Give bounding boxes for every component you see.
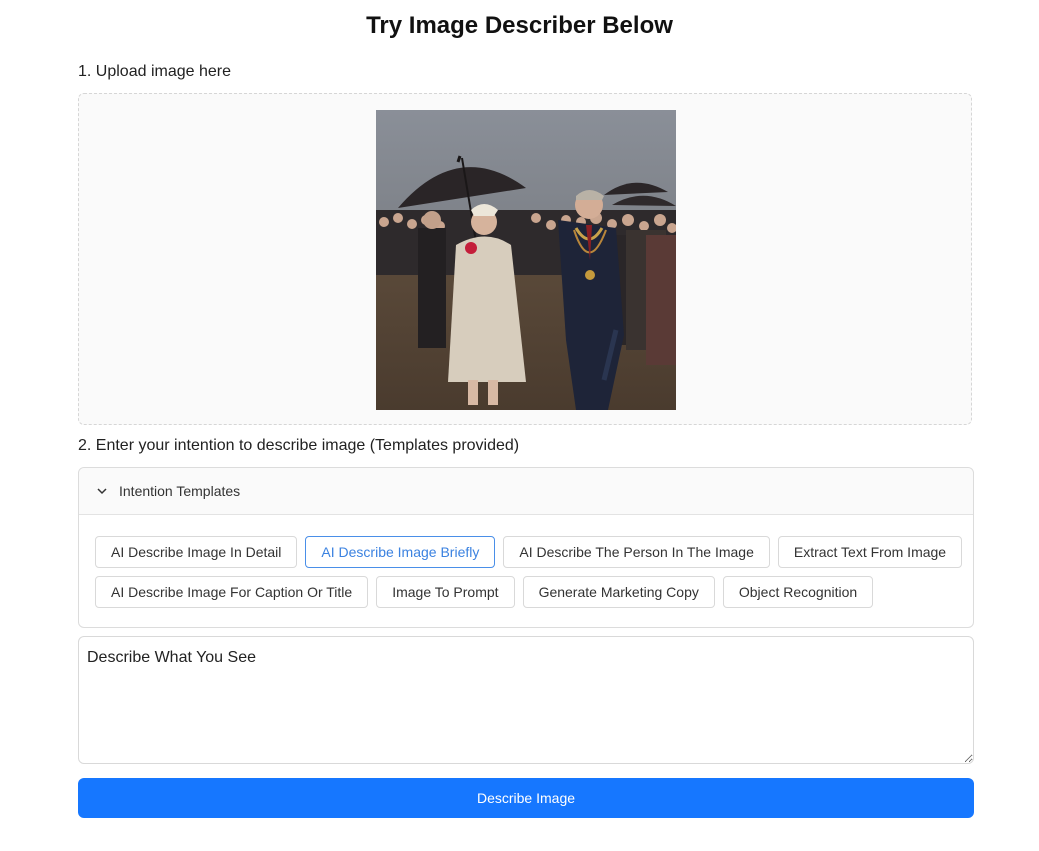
step2-label: 2. Enter your intention to describe imag… bbox=[78, 437, 520, 454]
template-image-to-prompt-button[interactable]: Image To Prompt bbox=[376, 576, 515, 608]
intention-templates-toggle[interactable]: Intention Templates bbox=[79, 468, 973, 515]
template-describe-person-button[interactable]: AI Describe The Person In The Image bbox=[503, 536, 770, 568]
template-row-2: AI Describe Image For Caption Or Title I… bbox=[95, 576, 874, 608]
image-upload-dropzone[interactable] bbox=[78, 93, 972, 425]
template-caption-title-button[interactable]: AI Describe Image For Caption Or Title bbox=[95, 576, 369, 608]
template-describe-detail-button[interactable]: AI Describe Image In Detail bbox=[95, 536, 298, 568]
intention-prompt-textarea[interactable]: Describe What You See bbox=[78, 636, 974, 764]
template-row-1: AI Describe Image In Detail AI Describe … bbox=[95, 536, 963, 568]
template-marketing-copy-button[interactable]: Generate Marketing Copy bbox=[522, 576, 715, 608]
intention-templates-panel: Intention Templates AI Describe Image In… bbox=[78, 467, 974, 628]
chevron-down-icon bbox=[95, 484, 109, 498]
page-title: Try Image Describer Below bbox=[366, 12, 673, 39]
uploaded-image bbox=[376, 110, 676, 410]
intention-templates-header: Intention Templates bbox=[119, 483, 241, 499]
step1-label: 1. Upload image here bbox=[78, 63, 231, 80]
template-describe-briefly-button[interactable]: AI Describe Image Briefly bbox=[305, 536, 496, 568]
template-object-recognition-button[interactable]: Object Recognition bbox=[722, 576, 874, 608]
page: Try Image Describer Below 1. Upload imag… bbox=[0, 0, 1039, 851]
template-extract-text-button[interactable]: Extract Text From Image bbox=[777, 536, 963, 568]
describe-image-button[interactable]: Describe Image bbox=[78, 778, 974, 818]
